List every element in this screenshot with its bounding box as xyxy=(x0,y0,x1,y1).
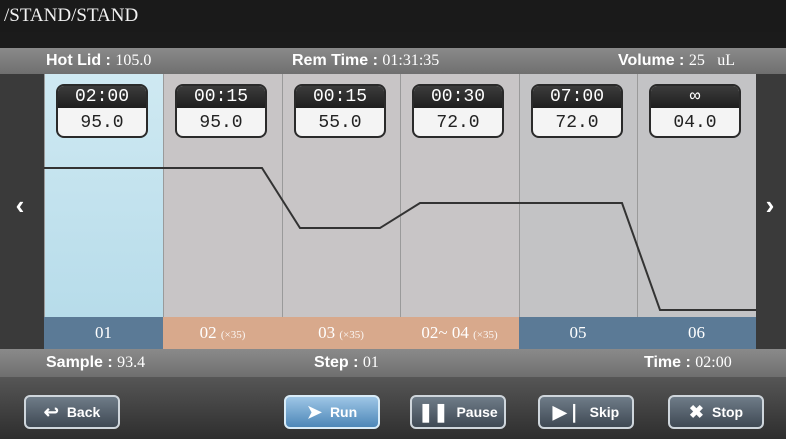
step-number: 01 xyxy=(95,323,112,342)
step-footer-6: 06 xyxy=(637,317,756,349)
stop-button[interactable]: ✖ Stop xyxy=(668,395,764,429)
step-number: 03 xyxy=(318,323,336,342)
run-arrow-icon: ➤ xyxy=(306,402,322,422)
stop-x-icon: ✖ xyxy=(688,402,704,422)
status-bar: Hot Lid : 105.0 Rem Time : 01:31:35 Volu… xyxy=(0,48,786,74)
hot-lid-status: Hot Lid : 105.0 xyxy=(46,48,151,74)
cycle-count: (×35) xyxy=(473,329,498,341)
back-icon: ↩ xyxy=(43,402,59,422)
rem-time-status: Rem Time : 01:31:35 xyxy=(292,48,439,74)
current-status-bar: Sample : 93.4 Step : 01 Time : 02:00 xyxy=(0,349,786,377)
step-time: 02:00 xyxy=(58,86,146,108)
step-temp: 95.0 xyxy=(199,113,243,133)
volume-status: Volume : 25 uL xyxy=(618,48,735,74)
time-value: 02:00 xyxy=(695,354,732,371)
step-time: 07:00 xyxy=(533,86,621,108)
step-temp: 04.0 xyxy=(673,113,717,133)
step-time: 00:15 xyxy=(296,86,384,108)
pause-label: Pause xyxy=(456,404,498,420)
time-label: Time : xyxy=(644,354,691,371)
step-box-3[interactable]: 00:15 55.0 xyxy=(294,84,386,138)
run-button[interactable]: ➤ Run xyxy=(284,395,380,429)
pcr-profile-chart: ‹ › 02:00 95.0 00:15 95.0 00:15 55.0 00:… xyxy=(0,74,786,349)
time-status: Time : 02:00 xyxy=(644,349,732,377)
step-box-5[interactable]: 07:00 72.0 xyxy=(531,84,623,138)
button-bar: ↩ Back ➤ Run ❚❚ Pause ▶❘ Skip ✖ Stop xyxy=(0,377,786,439)
skip-label: Skip xyxy=(589,404,620,420)
skip-icon: ▶❘ xyxy=(552,402,582,422)
step-value: 01 xyxy=(362,354,379,371)
window-title: /STAND/STAND xyxy=(0,0,786,32)
step-footer-1: 01 xyxy=(44,317,163,349)
rem-time-label: Rem Time : xyxy=(292,52,378,69)
volume-value: 25 xyxy=(688,52,705,69)
step-box-1[interactable]: 02:00 95.0 xyxy=(56,84,148,138)
step-number: 06 xyxy=(688,323,705,342)
cycle-count: (×35) xyxy=(220,329,246,341)
pause-icon: ❚❚ xyxy=(418,402,449,422)
step-time: 00:30 xyxy=(414,86,502,108)
step-temp: 95.0 xyxy=(80,113,124,133)
step-temp: 72.0 xyxy=(436,113,480,133)
step-temp: 55.0 xyxy=(318,113,362,133)
step-status: Step : 01 xyxy=(314,349,379,377)
stop-label: Stop xyxy=(711,404,744,420)
volume-label: Volume : xyxy=(618,52,685,69)
step-time: ∞ xyxy=(651,86,739,108)
cycle-count: (×35) xyxy=(339,329,364,341)
skip-button[interactable]: ▶❘ Skip xyxy=(538,395,634,429)
step-number: 02 xyxy=(199,323,217,342)
step-footer-4: 02~ 04 (×35) xyxy=(400,317,519,349)
step-number: 02~ 04 xyxy=(421,323,469,342)
step-box-2[interactable]: 00:15 95.0 xyxy=(175,84,267,138)
step-number: 05 xyxy=(569,323,587,342)
step-footer-2: 02 (×35) xyxy=(163,317,282,349)
step-footer-5: 05 xyxy=(519,317,637,349)
step-time: 00:15 xyxy=(177,86,265,108)
step-box-6[interactable]: ∞ 04.0 xyxy=(649,84,741,138)
pause-button[interactable]: ❚❚ Pause xyxy=(410,395,506,429)
hot-lid-value: 105.0 xyxy=(115,52,152,69)
sample-label: Sample : xyxy=(46,354,113,371)
run-label: Run xyxy=(329,404,358,420)
back-button[interactable]: ↩ Back xyxy=(24,395,120,429)
step-temp: 72.0 xyxy=(555,113,599,133)
back-label: Back xyxy=(66,404,101,420)
hot-lid-label: Hot Lid : xyxy=(46,52,111,69)
sample-status: Sample : 93.4 xyxy=(46,349,145,377)
step-box-4[interactable]: 00:30 72.0 xyxy=(412,84,504,138)
rem-time-value: 01:31:35 xyxy=(382,52,440,69)
step-footer-3: 03 (×35) xyxy=(282,317,400,349)
step-label: Step : xyxy=(314,354,359,371)
sample-value: 93.4 xyxy=(117,354,146,371)
volume-unit: uL xyxy=(717,52,736,69)
